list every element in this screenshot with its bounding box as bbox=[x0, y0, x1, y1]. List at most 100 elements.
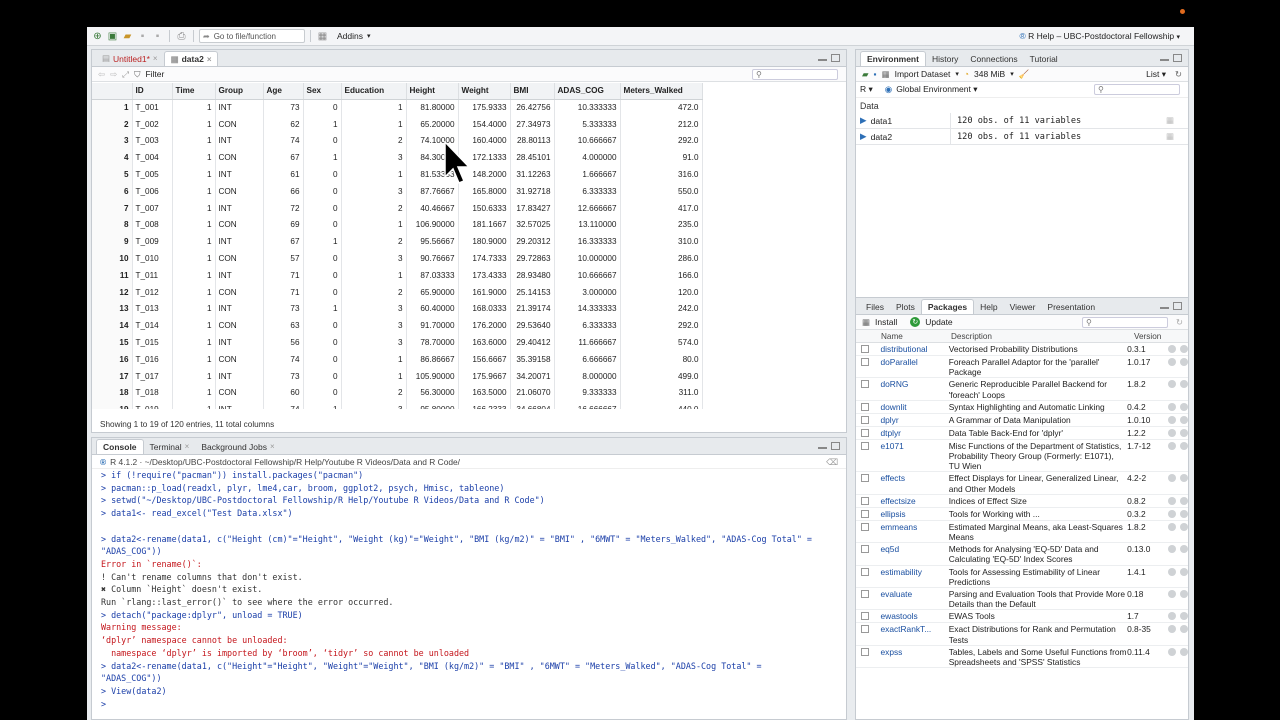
package-name-link[interactable]: emmeans bbox=[880, 522, 948, 532]
popout-icon[interactable]: ⤢ bbox=[122, 69, 129, 80]
package-checkbox[interactable] bbox=[861, 647, 869, 656]
package-name-link[interactable]: effects bbox=[880, 473, 948, 483]
column-header[interactable]: Education bbox=[341, 83, 407, 100]
env-search-input[interactable]: ⚲ bbox=[1094, 84, 1180, 95]
browse-icon[interactable] bbox=[1168, 590, 1176, 599]
env-item[interactable]: ▶ data1 120 obs. of 11 variables ▦ bbox=[856, 113, 1188, 129]
table-row[interactable]: 18 T_018 1 CON 60 0 2 56.30000 163.5000 21.06070 9… bbox=[92, 384, 703, 402]
new-project-icon[interactable]: ▣ bbox=[106, 30, 119, 43]
column-header[interactable]: Weight bbox=[458, 83, 511, 100]
browse-icon[interactable] bbox=[1168, 474, 1176, 483]
maximize-icon[interactable] bbox=[1173, 302, 1182, 310]
grid-view-icon[interactable]: ▦ bbox=[1166, 131, 1188, 142]
col-name-header[interactable]: Name bbox=[881, 332, 951, 341]
packages-search-input[interactable]: ⚲ bbox=[1082, 317, 1168, 328]
grid-view-icon[interactable]: ▦ bbox=[1166, 115, 1188, 126]
col-version-header[interactable]: Version bbox=[1134, 332, 1176, 341]
remove-icon[interactable] bbox=[1180, 358, 1188, 366]
import-dataset-button[interactable]: Import Dataset bbox=[895, 69, 951, 79]
package-checkbox[interactable] bbox=[861, 567, 869, 576]
browse-icon[interactable] bbox=[1168, 522, 1176, 531]
table-row[interactable]: 5 T_005 1 INT 61 0 1 81.53333 148.2000 31.12263 1.… bbox=[92, 166, 703, 183]
package-checkbox[interactable] bbox=[861, 590, 869, 599]
language-dropdown[interactable]: R ▾ bbox=[860, 84, 873, 95]
remove-icon[interactable] bbox=[1180, 522, 1188, 531]
scope-dropdown[interactable]: Global Environment ▾ bbox=[896, 84, 977, 95]
remove-icon[interactable] bbox=[1180, 428, 1188, 437]
refresh-icon[interactable]: ↻ bbox=[1175, 69, 1182, 80]
package-checkbox[interactable] bbox=[861, 625, 869, 634]
update-button[interactable]: Update bbox=[925, 317, 952, 327]
table-row[interactable]: 11 T_011 1 INT 71 0 1 87.03333 173.4333 28.93480 1… bbox=[92, 266, 703, 284]
package-checkbox[interactable] bbox=[861, 509, 869, 518]
package-name-link[interactable]: eq5d bbox=[880, 544, 948, 554]
new-file-icon[interactable]: ⊕ bbox=[91, 30, 104, 43]
env-item[interactable]: ▶ data2 120 obs. of 11 variables ▦ bbox=[856, 129, 1188, 145]
console-output[interactable]: > if (!require("pacman")) install.packag… bbox=[92, 469, 846, 710]
tab-connections[interactable]: Connections bbox=[964, 51, 1023, 66]
table-row[interactable]: 13 T_013 1 INT 73 1 3 60.40000 168.0333 21.39174 1… bbox=[92, 300, 703, 318]
package-name-link[interactable]: doRNG bbox=[880, 379, 948, 389]
forward-arrow-icon[interactable]: ⇨ bbox=[110, 69, 117, 80]
back-arrow-icon[interactable]: ⇦ bbox=[98, 69, 105, 80]
tab-tutorial[interactable]: Tutorial bbox=[1024, 51, 1064, 66]
remove-icon[interactable] bbox=[1180, 402, 1188, 411]
package-name-link[interactable]: exactRankT... bbox=[880, 624, 948, 634]
tab-help[interactable]: Help bbox=[974, 299, 1003, 314]
table-row[interactable]: 3 T_003 1 INT 74 0 2 74.10000 160.4000 28.80113 10… bbox=[92, 132, 703, 150]
filter-button[interactable]: Filter bbox=[145, 69, 164, 79]
column-header[interactable]: ID bbox=[132, 83, 173, 100]
tab-history[interactable]: History bbox=[926, 51, 964, 66]
close-icon[interactable]: × bbox=[270, 442, 275, 451]
project-menu[interactable]: ® R Help – UBC-Postdoctoral Fellowship ▾ bbox=[1019, 31, 1180, 41]
package-name-link[interactable]: e1071 bbox=[880, 441, 948, 451]
package-checkbox[interactable] bbox=[861, 522, 869, 531]
column-header[interactable]: Time bbox=[172, 83, 216, 100]
package-checkbox[interactable] bbox=[861, 496, 869, 505]
browse-icon[interactable] bbox=[1168, 380, 1176, 389]
table-row[interactable]: 7 T_007 1 INT 72 0 2 40.46667 150.6333 17.83427 12… bbox=[92, 199, 703, 217]
package-name-link[interactable]: ellipsis bbox=[880, 509, 948, 519]
remove-icon[interactable] bbox=[1180, 545, 1188, 554]
tab-environment[interactable]: Environment bbox=[860, 51, 926, 66]
package-checkbox[interactable] bbox=[861, 415, 869, 424]
minimize-icon[interactable] bbox=[818, 58, 827, 61]
close-icon[interactable]: × bbox=[185, 442, 190, 451]
table-row[interactable]: 9 T_009 1 INT 67 1 2 95.56667 180.9000 29.20312 16… bbox=[92, 233, 703, 251]
package-name-link[interactable]: dplyr bbox=[880, 415, 948, 425]
refresh-icon[interactable]: ↻ bbox=[1176, 317, 1183, 328]
browse-icon[interactable] bbox=[1168, 545, 1176, 554]
browse-icon[interactable] bbox=[1168, 428, 1176, 437]
remove-icon[interactable] bbox=[1180, 647, 1188, 656]
tab-viewer[interactable]: Viewer bbox=[1004, 299, 1042, 314]
package-name-link[interactable]: estimability bbox=[880, 567, 948, 577]
grid-layout-icon[interactable]: ▦ bbox=[316, 30, 329, 43]
memory-usage[interactable]: 348 MiB bbox=[974, 69, 1005, 79]
column-header[interactable]: Age bbox=[263, 83, 304, 100]
package-name-link[interactable]: dtplyr bbox=[880, 428, 948, 438]
package-checkbox[interactable] bbox=[861, 402, 869, 411]
tab-background-jobs[interactable]: Background Jobs × bbox=[195, 439, 280, 454]
remove-icon[interactable] bbox=[1180, 496, 1188, 505]
maximize-icon[interactable] bbox=[831, 442, 840, 450]
print-icon[interactable]: ⎙ bbox=[175, 30, 188, 43]
table-row[interactable]: 15 T_015 1 INT 56 0 3 78.70000 163.6000 29.40412 1… bbox=[92, 334, 703, 351]
remove-icon[interactable] bbox=[1180, 474, 1188, 483]
tab-presentation[interactable]: Presentation bbox=[1041, 299, 1101, 314]
save-icon[interactable]: ▪ bbox=[136, 30, 149, 43]
table-row[interactable]: 19T_0191INT741395.80000166.233334.668041… bbox=[92, 401, 703, 409]
tab-packages[interactable]: Packages bbox=[920, 299, 975, 314]
browse-icon[interactable] bbox=[1168, 509, 1176, 518]
minimize-icon[interactable] bbox=[1160, 58, 1169, 61]
package-checkbox[interactable] bbox=[861, 441, 869, 450]
browse-icon[interactable] bbox=[1168, 415, 1176, 424]
remove-icon[interactable] bbox=[1180, 441, 1188, 450]
table-row[interactable]: 16 T_016 1 CON 74 0 1 86.86667 156.6667 35.39158 6… bbox=[92, 350, 703, 368]
table-row[interactable]: 17 T_017 1 INT 73 0 1 105.90000 175.9667 34.20071… bbox=[92, 367, 703, 385]
table-row[interactable]: 14 T_014 1 CON 63 0 3 91.70000 176.2000 29.53640 6… bbox=[92, 317, 703, 335]
remove-icon[interactable] bbox=[1180, 345, 1188, 353]
tab-untitled1[interactable]: ▤ Untitled1* × bbox=[96, 51, 164, 66]
column-header[interactable]: Height bbox=[406, 83, 459, 100]
minimize-icon[interactable] bbox=[1160, 306, 1169, 309]
close-icon[interactable]: × bbox=[207, 55, 212, 64]
